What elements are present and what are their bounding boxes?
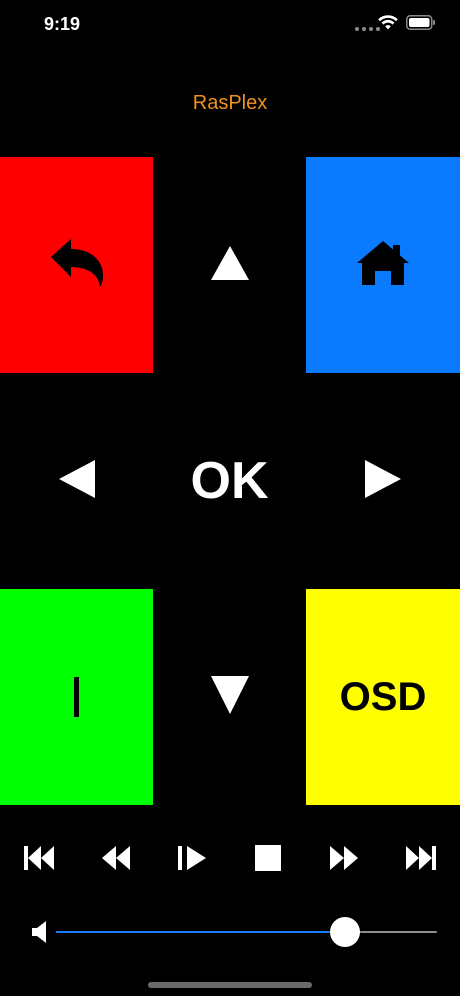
stop-button[interactable] bbox=[246, 840, 290, 880]
status-time: 9:19 bbox=[44, 14, 81, 34]
status-bar: 9:19 bbox=[0, 0, 460, 50]
volume-slider-thumb[interactable] bbox=[329, 917, 360, 947]
camera-dots-indicator bbox=[355, 27, 380, 31]
back-arrow-icon bbox=[49, 237, 105, 294]
fast-forward-icon bbox=[330, 845, 358, 875]
skip-forward-button[interactable] bbox=[399, 840, 443, 880]
osd-label: OSD bbox=[339, 674, 427, 719]
triangle-up-icon bbox=[210, 245, 249, 285]
play-pause-icon bbox=[178, 845, 206, 875]
app-title: RasPlex bbox=[192, 92, 268, 114]
ok-button[interactable]: OK bbox=[153, 373, 306, 589]
volume-control bbox=[0, 910, 460, 954]
back-button[interactable] bbox=[0, 157, 153, 373]
rewind-icon bbox=[102, 845, 130, 875]
stop-icon bbox=[255, 844, 281, 876]
wifi-icon bbox=[378, 15, 398, 35]
triangle-down-icon bbox=[210, 675, 249, 719]
osd-button[interactable]: OSD bbox=[306, 589, 460, 805]
battery-icon bbox=[406, 15, 436, 35]
skip-back-button[interactable] bbox=[17, 840, 61, 880]
dpad-up-button[interactable] bbox=[153, 157, 306, 373]
play-pause-button[interactable] bbox=[170, 840, 214, 880]
fast-forward-button[interactable] bbox=[322, 840, 366, 880]
volume-slider-track[interactable] bbox=[56, 917, 437, 947]
dpad-left-button[interactable] bbox=[0, 373, 153, 589]
dpad-down-button[interactable] bbox=[153, 589, 306, 805]
home-indicator bbox=[148, 982, 312, 988]
skip-back-icon bbox=[24, 845, 54, 875]
home-button[interactable] bbox=[306, 157, 460, 373]
rewind-button[interactable] bbox=[94, 840, 138, 880]
transport-controls bbox=[0, 840, 460, 880]
info-button[interactable] bbox=[0, 589, 153, 805]
home-icon bbox=[355, 239, 411, 292]
volume-slider-fill bbox=[56, 931, 345, 933]
skip-forward-icon bbox=[406, 845, 436, 875]
status-icons bbox=[378, 15, 436, 35]
info-label bbox=[74, 677, 79, 717]
ok-label: OK bbox=[190, 452, 269, 510]
speaker-icon bbox=[30, 920, 50, 944]
dpad-right-button[interactable] bbox=[306, 373, 460, 589]
triangle-left-icon bbox=[58, 459, 95, 503]
triangle-right-icon bbox=[365, 459, 401, 503]
